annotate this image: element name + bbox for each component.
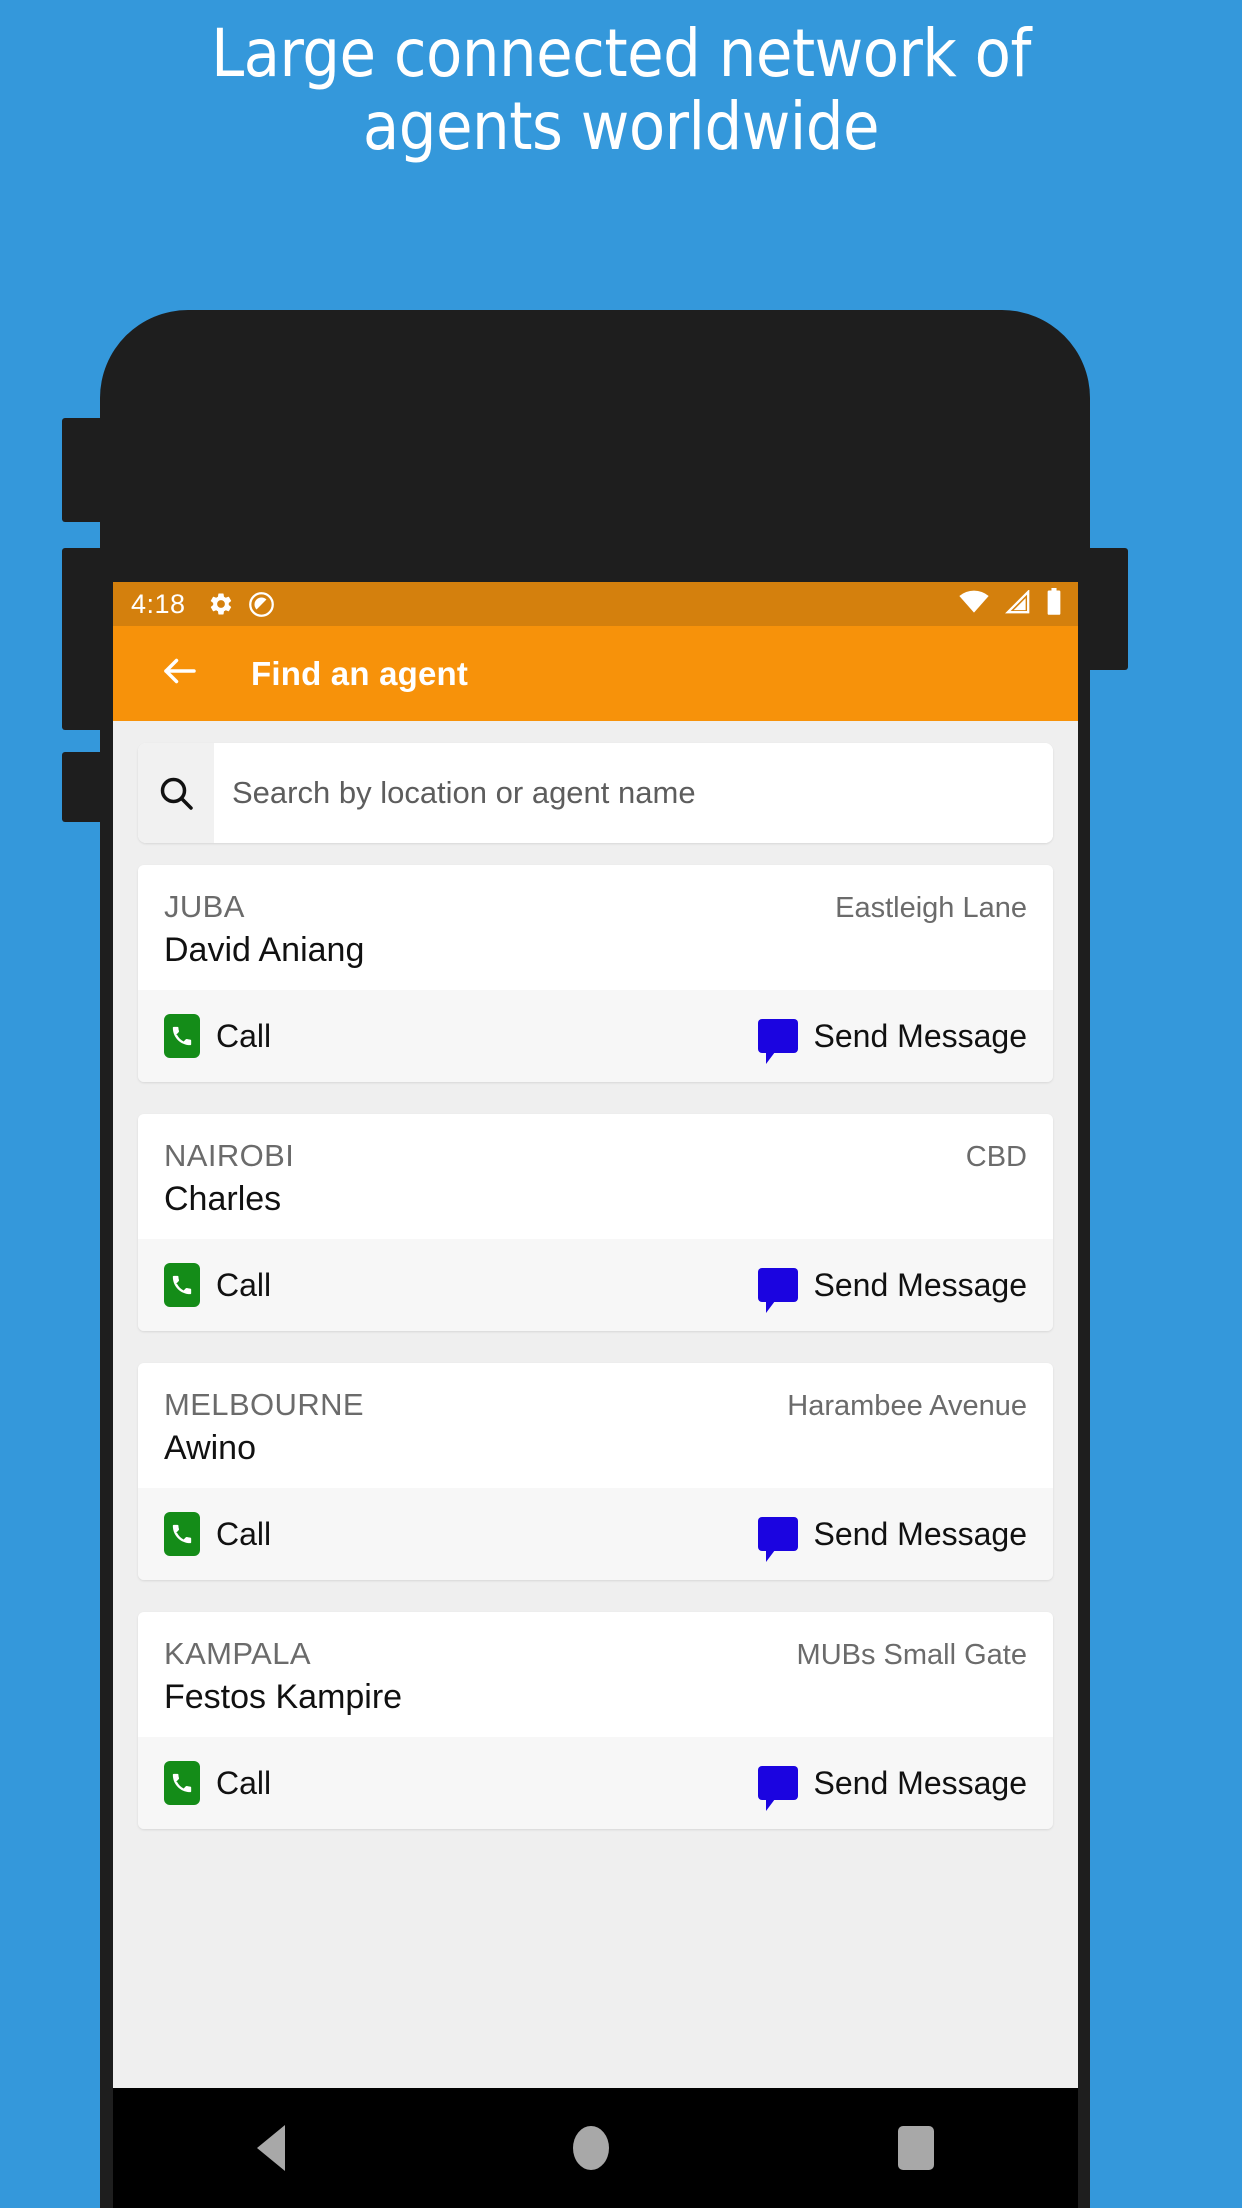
call-label: Call	[216, 1515, 272, 1552]
search-bar[interactable]	[138, 743, 1053, 843]
agent-name: Awino	[164, 1429, 256, 1467]
status-bar-clock: 4:18	[131, 588, 186, 619]
send-message-label: Send Message	[813, 1764, 1027, 1801]
gear-icon	[208, 591, 234, 617]
cell-signal-icon	[1004, 588, 1032, 619]
agent-name: David Aniang	[164, 931, 365, 969]
app-bar: Find an agent	[113, 626, 1078, 721]
do-not-disturb-icon	[248, 591, 275, 618]
call-label: Call	[216, 1266, 272, 1303]
call-button[interactable]: Call	[164, 1761, 271, 1805]
phone-icon	[164, 1014, 200, 1058]
status-bar: 4:18	[113, 582, 1078, 626]
call-button[interactable]: Call	[164, 1263, 271, 1307]
agent-city: KAMPALA	[164, 1636, 311, 1671]
phone-side-button-power[interactable]	[1086, 548, 1128, 670]
agent-card-details: NAIROBI CBD Charles	[138, 1114, 1053, 1239]
phone-side-button-volume[interactable]	[62, 548, 104, 730]
promo-headline: Large connected network of agents worldw…	[211, 15, 1031, 165]
triangle-back-icon[interactable]	[257, 2125, 286, 2171]
phone-screen: 4:18 Find an agent Search by location or…	[113, 582, 1078, 2088]
agent-branch: Harambee Avenue	[787, 1390, 1027, 1422]
send-message-button[interactable]: Send Message	[757, 1266, 1027, 1313]
message-bubble-icon	[757, 1019, 798, 1064]
message-bubble-icon	[757, 1268, 798, 1313]
agent-card-actions: Call Send Message	[138, 1488, 1053, 1580]
agent-card[interactable]: KAMPALA MUBs Small Gate Festos Kampire C…	[138, 1612, 1053, 1829]
agent-card[interactable]: NAIROBI CBD Charles Call Send Message	[138, 1114, 1053, 1331]
screen-content: JUBA Eastleigh Lane David Aniang Call	[113, 721, 1078, 2088]
agent-card-actions: Call Send Message	[138, 990, 1053, 1082]
phone-side-button-bottom[interactable]	[62, 752, 104, 822]
agent-card-details: JUBA Eastleigh Lane David Aniang	[138, 865, 1053, 990]
agent-city: JUBA	[164, 889, 245, 924]
call-label: Call	[216, 1764, 272, 1801]
agent-card-actions: Call Send Message	[138, 1239, 1053, 1331]
call-button[interactable]: Call	[164, 1512, 271, 1556]
search-input[interactable]	[214, 743, 1053, 843]
send-message-label: Send Message	[813, 1266, 1027, 1303]
back-arrow-icon[interactable]	[159, 650, 201, 697]
send-message-label: Send Message	[813, 1515, 1027, 1552]
circle-home-icon[interactable]	[573, 2126, 610, 2170]
agent-city: MELBOURNE	[164, 1387, 364, 1422]
agent-card-actions: Call Send Message	[138, 1737, 1053, 1829]
agent-name: Charles	[164, 1180, 282, 1218]
agent-card-details: KAMPALA MUBs Small Gate Festos Kampire	[138, 1612, 1053, 1737]
agent-card[interactable]: JUBA Eastleigh Lane David Aniang Call Se…	[138, 865, 1053, 1082]
agent-card[interactable]: MELBOURNE Harambee Avenue Awino Call Sen…	[138, 1363, 1053, 1580]
agent-branch: CBD	[965, 1141, 1027, 1173]
message-bubble-icon	[757, 1766, 798, 1811]
phone-side-button-top[interactable]	[62, 418, 104, 522]
wifi-icon	[958, 590, 990, 619]
agent-list: JUBA Eastleigh Lane David Aniang Call Se…	[113, 843, 1078, 1829]
android-nav-bar	[113, 2088, 1078, 2208]
send-message-label: Send Message	[813, 1017, 1027, 1054]
call-label: Call	[216, 1017, 272, 1054]
message-bubble-icon	[757, 1517, 798, 1562]
phone-icon	[164, 1512, 200, 1556]
call-button[interactable]: Call	[164, 1014, 271, 1058]
page-title: Find an agent	[251, 654, 469, 692]
square-recents-icon[interactable]	[897, 2126, 934, 2170]
agent-branch: Eastleigh Lane	[835, 892, 1027, 924]
agent-card-details: MELBOURNE Harambee Avenue Awino	[138, 1363, 1053, 1488]
status-bar-right-icons	[958, 587, 1062, 621]
send-message-button[interactable]: Send Message	[757, 1515, 1027, 1562]
agent-branch: MUBs Small Gate	[796, 1639, 1027, 1671]
battery-icon	[1046, 587, 1062, 621]
agent-name: Festos Kampire	[164, 1678, 403, 1716]
send-message-button[interactable]: Send Message	[757, 1017, 1027, 1064]
search-icon[interactable]	[138, 743, 214, 843]
send-message-button[interactable]: Send Message	[757, 1764, 1027, 1811]
phone-icon	[164, 1761, 200, 1805]
phone-icon	[164, 1263, 200, 1307]
agent-city: NAIROBI	[164, 1138, 295, 1173]
